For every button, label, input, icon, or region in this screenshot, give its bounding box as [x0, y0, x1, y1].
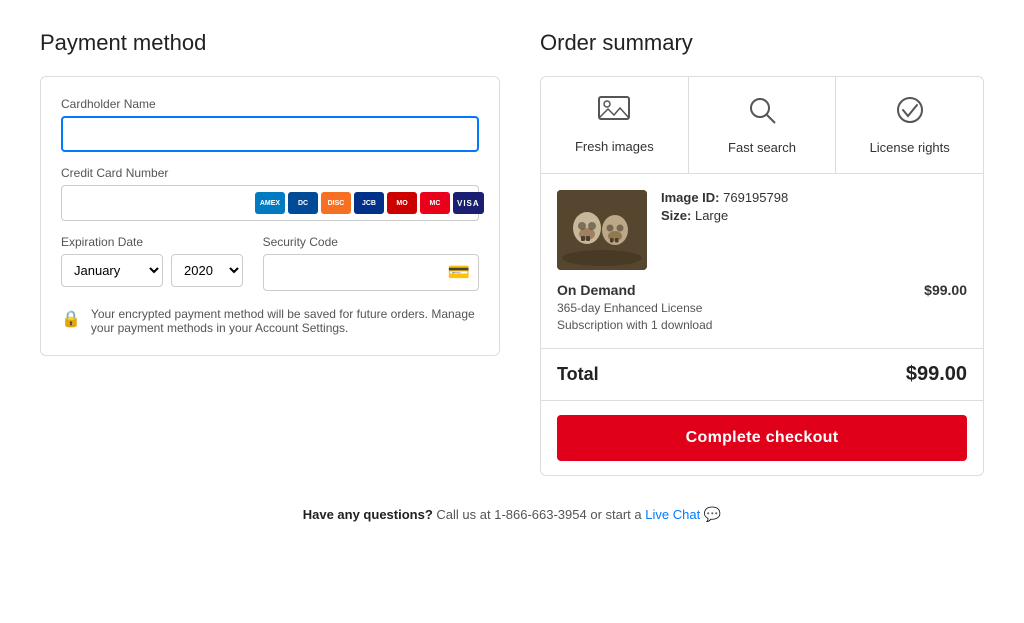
footer-bar: Have any questions? Call us at 1-866-663… — [40, 506, 984, 523]
visa-icon: VISA — [453, 192, 484, 214]
total-label: Total — [557, 364, 599, 385]
order-details: Image ID: 769195798 Size: Large On Deman… — [541, 174, 983, 349]
security-group: Security Code 💳 — [263, 235, 479, 291]
amex-icon: AMEX — [255, 192, 285, 214]
footer-contact-text: Call us at 1-866-663-3954 or start a — [436, 507, 641, 522]
discover-icon: DISC — [321, 192, 351, 214]
security-input-wrap[interactable]: 💳 — [263, 254, 479, 291]
total-row: Total $99.00 — [541, 349, 983, 401]
card-icons-group: AMEX DC DISC JCB MO MC VISA — [255, 192, 484, 214]
save-notice: 🔒 Your encrypted payment method will be … — [61, 307, 479, 335]
image-icon — [598, 96, 630, 131]
order-summary-box: Fresh images Fast search — [540, 76, 984, 476]
footer-question: Have any questions? — [303, 507, 433, 522]
expiry-security-row: Expiration Date January February March A… — [61, 235, 479, 291]
image-id-value: 769195798 — [723, 190, 788, 205]
payment-title: Payment method — [40, 30, 500, 56]
fast-search-label: Fast search — [728, 140, 796, 155]
search-icon — [747, 95, 777, 132]
license-rights-label: License rights — [870, 140, 950, 155]
cardholder-label: Cardholder Name — [61, 97, 479, 111]
cvv-icon: 💳 — [448, 262, 470, 283]
total-price: $99.00 — [906, 363, 967, 386]
complete-checkout-button[interactable]: Complete checkout — [557, 415, 967, 461]
mastercard-icon: MC — [420, 192, 450, 214]
on-demand-label: On Demand — [557, 282, 712, 298]
security-input[interactable] — [272, 265, 448, 280]
size-label: Size: — [661, 208, 691, 223]
feature-fresh-images: Fresh images — [541, 77, 689, 173]
order-thumbnail — [557, 190, 647, 270]
image-size: Size: Large — [661, 208, 967, 223]
checkmark-icon — [895, 95, 925, 132]
license-line1: 365-day Enhanced License — [557, 301, 712, 315]
month-select[interactable]: January February March April May June Ju… — [61, 254, 163, 287]
cc-number-field[interactable]: AMEX DC DISC JCB MO MC VISA — [61, 185, 479, 221]
lock-icon: 🔒 — [61, 309, 81, 329]
feature-fast-search: Fast search — [689, 77, 837, 173]
live-chat-link[interactable]: Live Chat — [645, 507, 700, 522]
license-line2: Subscription with 1 download — [557, 318, 712, 332]
expiry-label: Expiration Date — [61, 235, 243, 249]
jcb-icon: JCB — [354, 192, 384, 214]
on-demand-price: $99.00 — [924, 282, 967, 298]
year-select[interactable]: 2020 2021 2022 2023 2024 2025 2026 — [171, 254, 243, 287]
image-id: Image ID: 769195798 — [661, 190, 967, 205]
order-price-row: On Demand 365-day Enhanced License Subsc… — [557, 282, 967, 332]
security-label: Security Code — [263, 235, 479, 249]
order-title: Order summary — [540, 30, 984, 56]
order-meta: Image ID: 769195798 Size: Large — [661, 190, 967, 270]
cc-number-label: Credit Card Number — [61, 166, 479, 180]
expiry-group: Expiration Date January February March A… — [61, 235, 243, 291]
features-row: Fresh images Fast search — [541, 77, 983, 174]
order-item-row: Image ID: 769195798 Size: Large — [557, 190, 967, 270]
chat-icon: 💬 — [704, 506, 721, 522]
expiry-selects: January February March April May June Ju… — [61, 254, 243, 287]
on-demand-info: On Demand 365-day Enhanced License Subsc… — [557, 282, 712, 332]
cardholder-input[interactable] — [61, 116, 479, 152]
payment-form: Cardholder Name Credit Card Number AMEX … — [40, 76, 500, 356]
cc-number-input[interactable] — [70, 195, 251, 211]
diners-icon: DC — [288, 192, 318, 214]
feature-license-rights: License rights — [836, 77, 983, 173]
fresh-images-label: Fresh images — [575, 139, 654, 154]
maestro-icon: MO — [387, 192, 417, 214]
size-value: Large — [695, 208, 728, 223]
image-id-label: Image ID: — [661, 190, 720, 205]
save-notice-text: Your encrypted payment method will be sa… — [91, 307, 479, 335]
